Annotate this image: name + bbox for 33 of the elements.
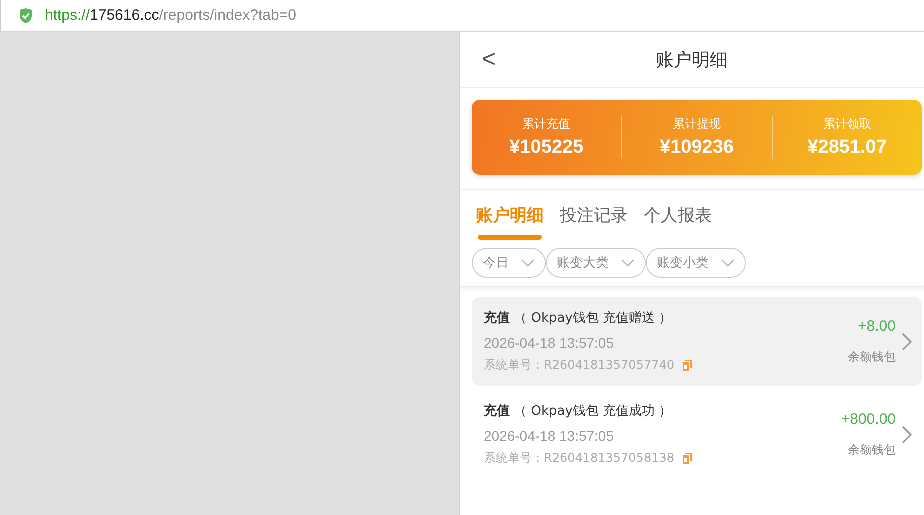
record-time: 2026-04-18 13:57:05 bbox=[484, 428, 615, 444]
filter-dropdown[interactable]: 账变大类 bbox=[546, 248, 646, 278]
order-number: 系统单号：R2604181357057740 bbox=[484, 357, 674, 374]
filter-dropdown[interactable]: 账变小类 bbox=[646, 248, 746, 278]
record-time: 2026-04-18 13:57:05 bbox=[484, 335, 615, 351]
stat-label: 累计领取 bbox=[822, 116, 872, 133]
tab[interactable]: 投注记录 bbox=[556, 204, 632, 248]
back-button[interactable]: < bbox=[460, 40, 518, 80]
chevron-right-icon bbox=[902, 332, 912, 350]
order-number: 系统单号：R2604181357058138 bbox=[484, 450, 674, 467]
stat-label: 累计充值 bbox=[522, 116, 572, 133]
stat-value: ¥109236 bbox=[659, 137, 735, 159]
copy-icon[interactable] bbox=[682, 453, 692, 464]
amount: +8.00 bbox=[857, 318, 896, 334]
amount: +800.00 bbox=[841, 410, 896, 428]
stat-value: ¥2851.07 bbox=[806, 137, 888, 159]
record-row[interactable]: 充值 （ Okpay钱包 充值赠送 ） 2026-04-18 13:57:05 系统单号：R2604181357057740 +8.00 余额钱包 bbox=[472, 297, 922, 386]
record-title: 充值 （ Okpay钱包 充值赠送 ） bbox=[484, 310, 674, 327]
copy-icon[interactable] bbox=[682, 360, 692, 371]
chevron-down-icon bbox=[621, 259, 635, 267]
record-title: 充值 （ Okpay钱包 充值成功 ） bbox=[484, 402, 674, 420]
wallet-label: 余额钱包 bbox=[848, 348, 896, 366]
stat-value: ¥105225 bbox=[508, 137, 585, 159]
page-title: 账户明细 bbox=[655, 48, 729, 72]
stat-label: 累计提现 bbox=[672, 116, 722, 133]
wallet-label: 余额钱包 bbox=[847, 442, 896, 458]
url-text[interactable]: https://175616.cc/reports/index?tab=0 bbox=[45, 7, 296, 24]
chevron-right-icon bbox=[902, 426, 912, 444]
tab[interactable]: 个人报表 bbox=[640, 204, 716, 248]
chevron-down-icon bbox=[721, 259, 735, 267]
filter-dropdown[interactable]: 今日 bbox=[472, 248, 546, 278]
chevron-down-icon bbox=[521, 259, 535, 267]
record-row[interactable]: 充值 （ Okpay钱包 充值成功 ） 2026-04-18 13:57:05 系统单号：R2604181357058138 +800.00 余额钱包 bbox=[472, 390, 922, 479]
